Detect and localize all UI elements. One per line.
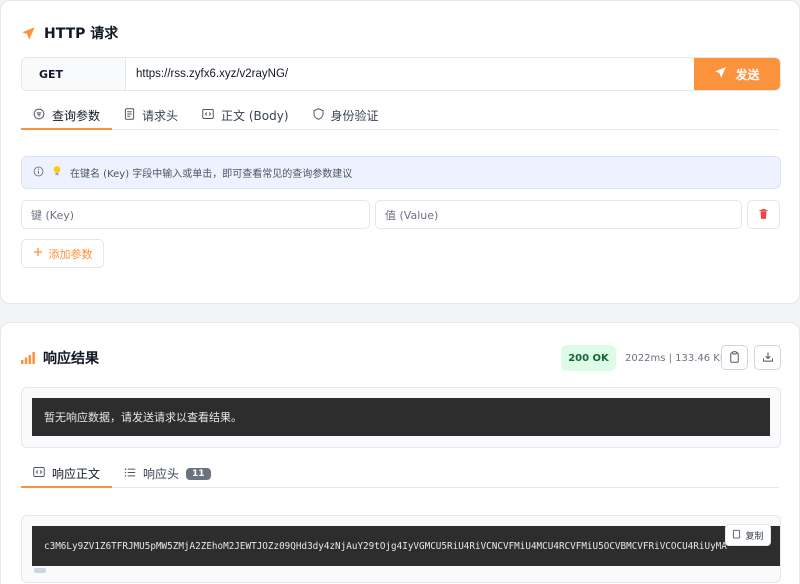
send-label: 发送 [735, 67, 760, 82]
tab-query-params[interactable]: 查询参数 [21, 102, 113, 130]
add-param-button[interactable]: 添加参数 [21, 239, 104, 268]
tab-label: 查询参数 [52, 109, 101, 123]
param-key-input[interactable]: 键 (Key) [21, 200, 370, 229]
status-badge: 200 OK [561, 345, 616, 371]
empty-response-panel: 暂无响应数据，请发送请求以查看结果。 [21, 387, 781, 448]
tab-label: 身份验证 [330, 109, 379, 123]
clipboard-icon [729, 348, 740, 367]
request-section-title: HTTP 请求 [21, 23, 118, 43]
tab-label: 请求头 [142, 109, 179, 123]
tab-label: 响应头 [143, 467, 180, 481]
list-icon [124, 467, 136, 481]
document-icon [124, 108, 135, 123]
code-icon [202, 108, 214, 123]
tab-body[interactable]: 正文 (Body) [190, 102, 300, 129]
hint-box: 在键名 (Key) 字段中输入或单击，即可查看常见的查询参数建议 [21, 156, 781, 189]
code-icon [33, 466, 45, 481]
method-select[interactable]: GET [22, 58, 126, 90]
url-bar: GET https://rss.zyfx6.xyz/v2rayNG/ 发送 [21, 57, 781, 91]
trash-icon [758, 205, 769, 224]
info-icon [33, 166, 44, 180]
copy-code-label: 复制 [745, 531, 764, 542]
tab-auth[interactable]: 身份验证 [301, 102, 391, 129]
empty-response-message: 暂无响应数据，请发送请求以查看结果。 [32, 398, 770, 436]
delete-param-button[interactable] [747, 200, 780, 229]
tab-label: 响应正文 [52, 467, 101, 481]
shield-icon [313, 108, 324, 123]
response-meta: 2022ms | 133.46 KB [625, 352, 727, 364]
plus-icon [33, 247, 43, 260]
add-param-label: 添加参数 [48, 247, 93, 261]
response-tabs: 响应正文 响应头 11 [21, 460, 779, 488]
tab-response-headers[interactable]: 响应头 11 [112, 460, 223, 487]
response-section-title: 响应结果 [21, 348, 99, 368]
copy-icon [732, 529, 741, 542]
download-response-button[interactable] [754, 345, 781, 370]
response-body-panel: c3M6Ly9ZV1Z6TFRJMU5pMW5ZMjA2ZEhoM2JEWTJO… [21, 515, 781, 583]
response-body-code[interactable]: c3M6Ly9ZV1Z6TFRJMU5pMW5ZMjA2ZEhoM2JEWTJO… [32, 526, 780, 566]
request-card: HTTP 请求 GET https://rss.zyfx6.xyz/v2rayN… [0, 0, 800, 304]
send-button[interactable]: 发送 [694, 58, 780, 90]
copy-response-button[interactable] [721, 345, 748, 370]
url-input[interactable]: https://rss.zyfx6.xyz/v2rayNG/ [126, 58, 694, 90]
horizontal-scrollbar[interactable] [34, 568, 46, 573]
request-tabs: 查询参数 请求头 正文 (Body) 身份验证 [21, 102, 779, 130]
tab-label: 正文 (Body) [221, 109, 289, 123]
filter-circle-icon [33, 108, 45, 123]
paper-plane-icon [714, 66, 727, 82]
tab-response-body[interactable]: 响应正文 [21, 460, 113, 488]
hint-text: 在键名 (Key) 字段中输入或单击，即可查看常见的查询参数建议 [70, 169, 353, 180]
response-title: 响应结果 [43, 351, 99, 367]
param-value-input[interactable]: 值 (Value) [375, 200, 742, 229]
lightbulb-icon [52, 165, 62, 180]
copy-code-button[interactable]: 复制 [725, 524, 771, 546]
request-title: HTTP 请求 [44, 26, 119, 42]
tab-request-headers[interactable]: 请求头 [112, 102, 190, 129]
response-card: 响应结果 200 OK 2022ms | 133.46 KB 暂无响应数据，请发… [0, 322, 800, 584]
signal-bars-icon [21, 352, 35, 364]
download-icon [762, 348, 774, 367]
header-count-badge: 11 [186, 467, 211, 480]
paper-plane-icon [21, 26, 36, 41]
